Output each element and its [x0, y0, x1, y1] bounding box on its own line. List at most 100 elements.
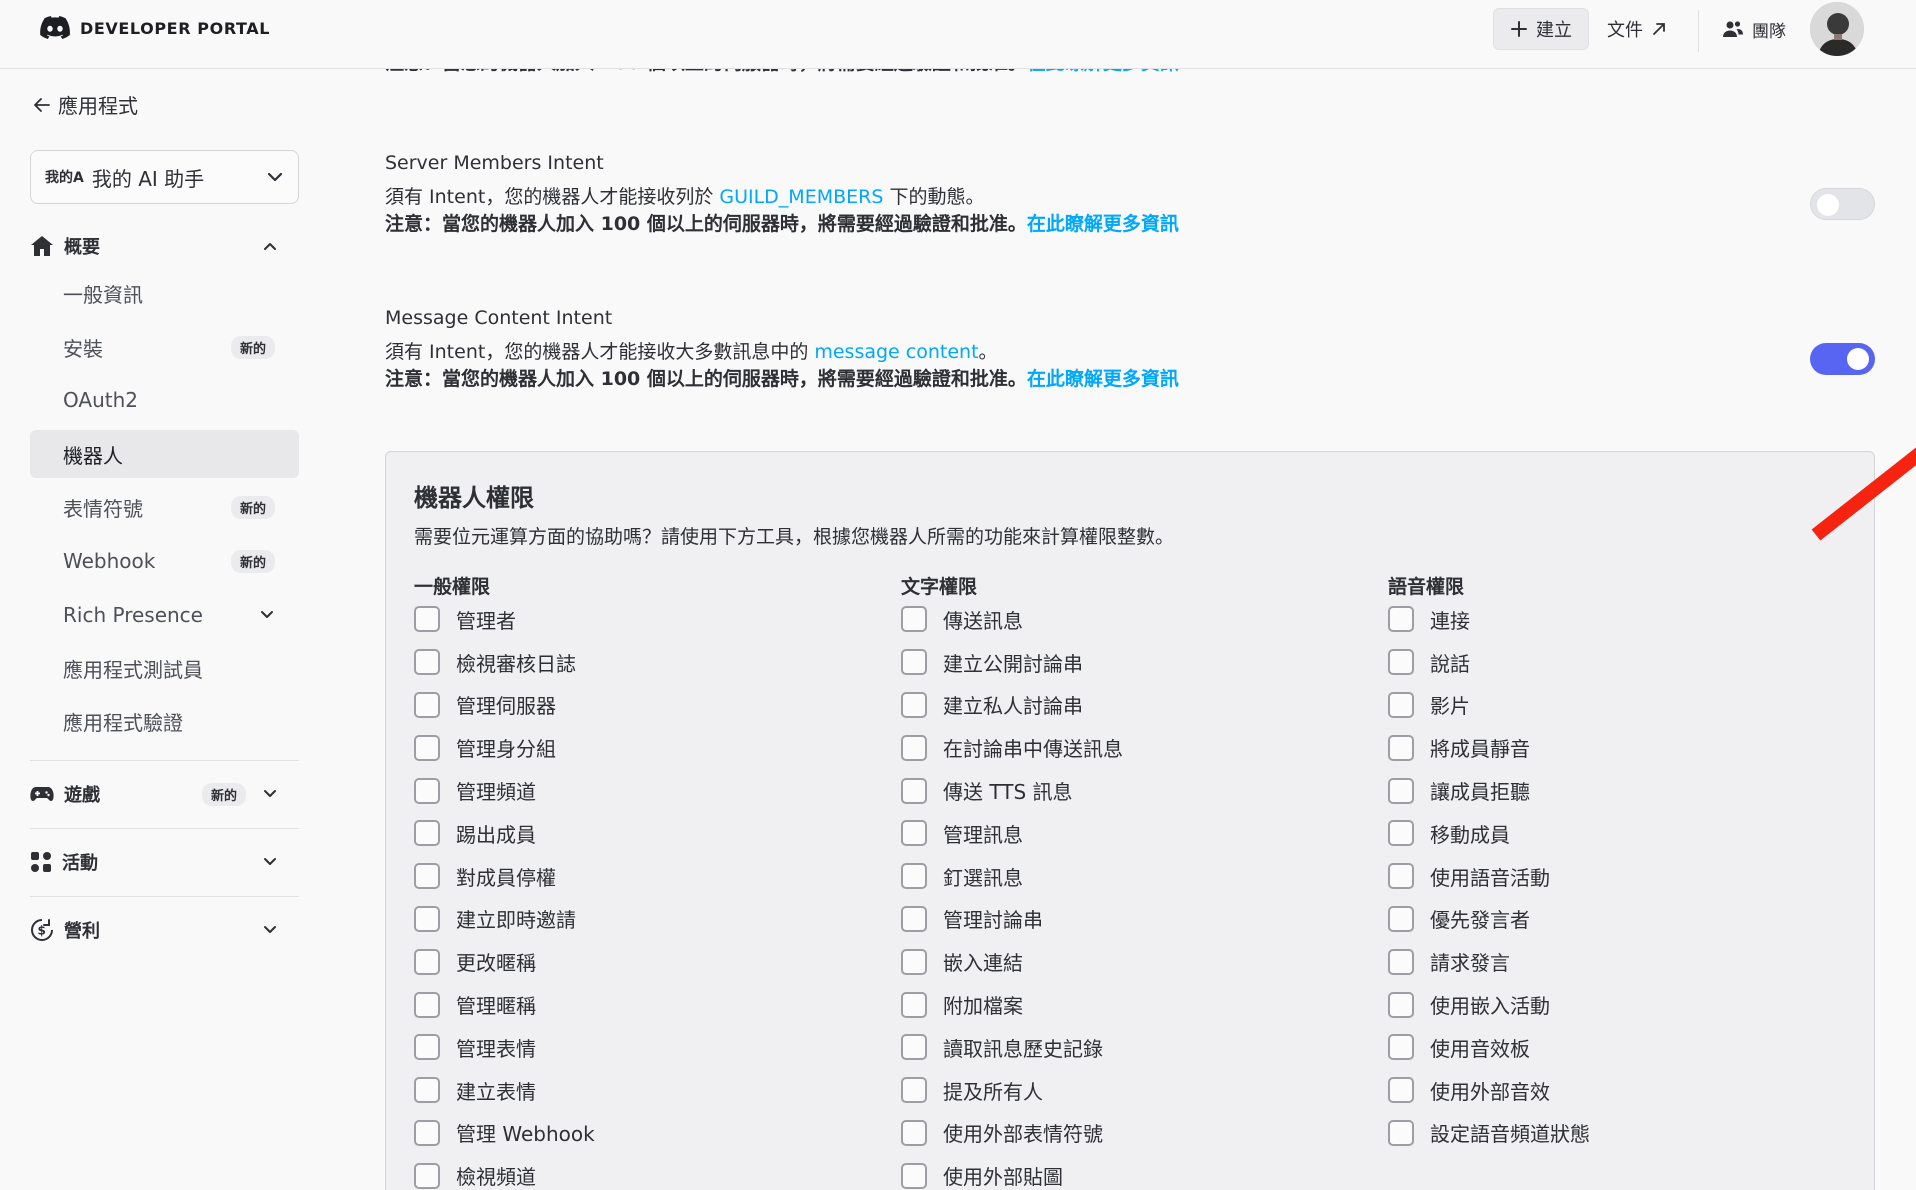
permission-checkbox[interactable]	[1388, 777, 1414, 804]
permission-row[interactable]: 管理暱稱	[414, 983, 874, 1026]
permission-checkbox[interactable]	[901, 1119, 927, 1146]
permission-row[interactable]: 提及所有人	[901, 1069, 1361, 1112]
sidebar-item-app-verification[interactable]: 應用程式驗證	[30, 697, 299, 745]
permission-row[interactable]: 使用語音活動	[1388, 855, 1848, 898]
permission-checkbox[interactable]	[901, 734, 927, 761]
permission-checkbox[interactable]	[414, 1119, 440, 1146]
permission-row[interactable]: 使用嵌入活動	[1388, 983, 1848, 1026]
permission-row[interactable]: 使用外部音效	[1388, 1069, 1848, 1112]
permission-checkbox[interactable]	[414, 863, 440, 890]
permission-checkbox[interactable]	[414, 991, 440, 1018]
permission-row[interactable]: 設定語音頻道狀態	[1388, 1112, 1848, 1155]
permission-row[interactable]: 嵌入連結	[901, 940, 1361, 983]
overview-section-header[interactable]: 概要	[30, 231, 300, 261]
sidebar-item-bot[interactable]: 機器人	[30, 430, 299, 478]
permission-row[interactable]: 更改暱稱	[414, 940, 874, 983]
permission-checkbox[interactable]	[901, 991, 927, 1018]
permission-checkbox[interactable]	[1388, 863, 1414, 890]
permission-checkbox[interactable]	[414, 734, 440, 761]
permission-row[interactable]: 管理訊息	[901, 812, 1361, 855]
permission-checkbox[interactable]	[901, 649, 927, 676]
learn-more-link[interactable]: 在此瞭解更多資訊	[1027, 368, 1179, 390]
learn-more-link[interactable]: 在此瞭解更多資訊	[1027, 213, 1179, 235]
permission-row[interactable]: 管理表情	[414, 1026, 874, 1069]
permission-row[interactable]: 在討論串中傳送訊息	[901, 726, 1361, 769]
sidebar-item-emojis[interactable]: 表情符號 新的	[30, 483, 299, 531]
permission-checkbox[interactable]	[901, 905, 927, 932]
permission-checkbox[interactable]	[1388, 734, 1414, 761]
create-button[interactable]: 建立	[1493, 8, 1589, 50]
permission-checkbox[interactable]	[1388, 691, 1414, 718]
permission-checkbox[interactable]	[414, 1162, 440, 1189]
user-avatar[interactable]	[1810, 2, 1864, 56]
permission-row[interactable]: 優先發言者	[1388, 898, 1848, 941]
team-button[interactable]: 團隊	[1722, 14, 1786, 44]
sidebar-item-installation[interactable]: 安裝 新的	[30, 323, 299, 371]
permission-row[interactable]: 影片	[1388, 684, 1848, 727]
message-content-intent-toggle[interactable]	[1810, 343, 1875, 375]
sidebar-item-oauth2[interactable]: OAuth2	[30, 376, 299, 424]
permission-row[interactable]: 讓成員拒聽	[1388, 769, 1848, 812]
app-selector[interactable]: 我的A 我的 AI 助手	[30, 150, 299, 204]
permission-checkbox[interactable]	[414, 649, 440, 676]
permission-row[interactable]: 使用外部表情符號	[901, 1112, 1361, 1155]
permission-checkbox[interactable]	[1388, 1077, 1414, 1104]
permission-row[interactable]: 對成員停權	[414, 855, 874, 898]
permission-row[interactable]: 管理身分組	[414, 726, 874, 769]
permission-row[interactable]: 建立即時邀請	[414, 898, 874, 941]
permission-row[interactable]: 連接	[1388, 598, 1848, 641]
server-members-intent-toggle[interactable]	[1810, 188, 1875, 220]
activities-section-header[interactable]: 活動	[30, 847, 300, 877]
sidebar-item-app-testers[interactable]: 應用程式測試員	[30, 644, 299, 692]
permission-checkbox[interactable]	[414, 905, 440, 932]
permission-checkbox[interactable]	[901, 1077, 927, 1104]
permission-checkbox[interactable]	[901, 606, 927, 633]
permission-row[interactable]: 管理 Webhook	[414, 1112, 874, 1155]
permission-row[interactable]: 踢出成員	[414, 812, 874, 855]
permission-checkbox[interactable]	[414, 691, 440, 718]
permission-row[interactable]: 說話	[1388, 641, 1848, 684]
sidebar-item-rich-presence[interactable]: Rich Presence	[30, 591, 299, 639]
permission-row[interactable]: 附加檔案	[901, 983, 1361, 1026]
message-content-link[interactable]: message content	[814, 341, 978, 363]
permission-row[interactable]: 建立公開討論串	[901, 641, 1361, 684]
permission-row[interactable]: 讀取訊息歷史記錄	[901, 1026, 1361, 1069]
permission-row[interactable]: 傳送 TTS 訊息	[901, 769, 1361, 812]
permission-checkbox[interactable]	[414, 820, 440, 847]
games-section-header[interactable]: 遊戲 新的	[30, 779, 300, 809]
permission-checkbox[interactable]	[1388, 606, 1414, 633]
permission-checkbox[interactable]	[901, 820, 927, 847]
permission-checkbox[interactable]	[1388, 820, 1414, 847]
permission-checkbox[interactable]	[414, 1077, 440, 1104]
permission-row[interactable]: 使用外部貼圖	[901, 1154, 1361, 1190]
permission-checkbox[interactable]	[901, 691, 927, 718]
permission-row[interactable]: 檢視頻道	[414, 1154, 874, 1190]
docs-link[interactable]: 文件	[1607, 14, 1667, 44]
permission-row[interactable]: 建立表情	[414, 1069, 874, 1112]
permission-checkbox[interactable]	[901, 948, 927, 975]
permission-row[interactable]: 管理討論串	[901, 898, 1361, 941]
permission-row[interactable]: 管理頻道	[414, 769, 874, 812]
permission-checkbox[interactable]	[1388, 1034, 1414, 1061]
permission-checkbox[interactable]	[901, 1034, 927, 1061]
permission-checkbox[interactable]	[1388, 991, 1414, 1018]
permission-checkbox[interactable]	[414, 606, 440, 633]
permission-row[interactable]: 檢視審核日誌	[414, 641, 874, 684]
permission-row[interactable]: 移動成員	[1388, 812, 1848, 855]
permission-checkbox[interactable]	[1388, 649, 1414, 676]
permission-row[interactable]: 建立私人討論串	[901, 684, 1361, 727]
permission-checkbox[interactable]	[901, 863, 927, 890]
permission-row[interactable]: 釘選訊息	[901, 855, 1361, 898]
permission-checkbox[interactable]	[414, 948, 440, 975]
permission-checkbox[interactable]	[1388, 1119, 1414, 1146]
monetization-section-header[interactable]: $ 營利	[30, 915, 300, 945]
permission-checkbox[interactable]	[901, 1162, 927, 1189]
permission-row[interactable]: 請求發言	[1388, 940, 1848, 983]
permission-checkbox[interactable]	[901, 777, 927, 804]
permission-row[interactable]: 使用音效板	[1388, 1026, 1848, 1069]
permission-checkbox[interactable]	[1388, 905, 1414, 932]
permission-row[interactable]: 傳送訊息	[901, 598, 1361, 641]
permission-checkbox[interactable]	[1388, 948, 1414, 975]
guild-members-link[interactable]: GUILD_MEMBERS	[719, 186, 883, 208]
back-to-applications[interactable]: 應用程式	[32, 90, 138, 119]
